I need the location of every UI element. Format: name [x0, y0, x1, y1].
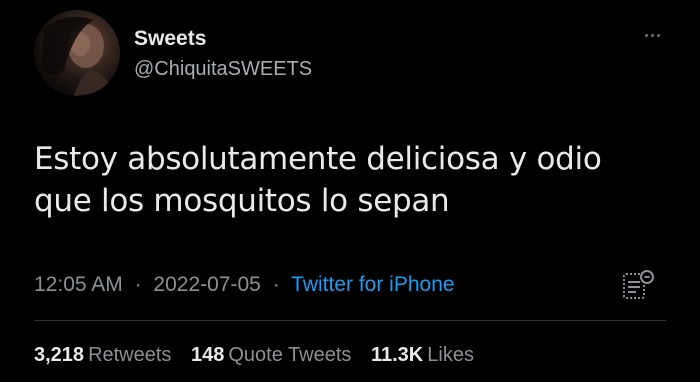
tweet-text-line-2: que los mosquitos lo sepan [34, 183, 450, 219]
retweets-count: 3,218 [34, 344, 85, 366]
likes-label: Likes [427, 344, 474, 366]
meta-separator: · [134, 273, 142, 296]
tweet-card: Sweets @ChiquitaSWEETS Estoy absolutamen… [0, 0, 700, 382]
retweets-label: Retweets [88, 344, 172, 366]
likes-count: 11.3K [370, 344, 424, 366]
tweet-time[interactable]: 12:05 AM [34, 273, 123, 296]
avatar-photo [42, 16, 114, 96]
tweet-stats: 3,218 Retweets 148 Quote Tweets 11.3K Likes [34, 342, 488, 368]
quote-tweets-count: 148 [191, 344, 225, 366]
tweet-source-link[interactable]: Twitter for iPhone [291, 273, 454, 296]
analytics-icon[interactable] [620, 268, 656, 302]
divider [34, 320, 666, 321]
author-block: Sweets @ChiquitaSWEETS [134, 26, 312, 82]
tweet-text: Estoy absolutamente deliciosa y odio que… [34, 138, 654, 222]
quote-tweets-label: Quote Tweets [228, 344, 352, 366]
retweets-stat[interactable]: 3,218 Retweets [34, 344, 171, 366]
author-handle[interactable]: @ChiquitaSWEETS [134, 56, 312, 82]
more-horizontal-icon[interactable] [640, 30, 664, 40]
likes-stat[interactable]: 11.3K Likes [371, 344, 474, 366]
tweet-date[interactable]: 2022-07-05 [153, 273, 260, 296]
quote-tweets-stat[interactable]: 148 Quote Tweets [191, 344, 351, 366]
avatar[interactable] [34, 10, 120, 96]
author-display-name[interactable]: Sweets [134, 26, 312, 52]
tweet-text-line-1: Estoy absolutamente deliciosa y odio [34, 141, 602, 177]
tweet-meta: 12:05 AM · 2022-07-05 · Twitter for iPho… [34, 272, 455, 298]
meta-separator: · [272, 273, 280, 296]
